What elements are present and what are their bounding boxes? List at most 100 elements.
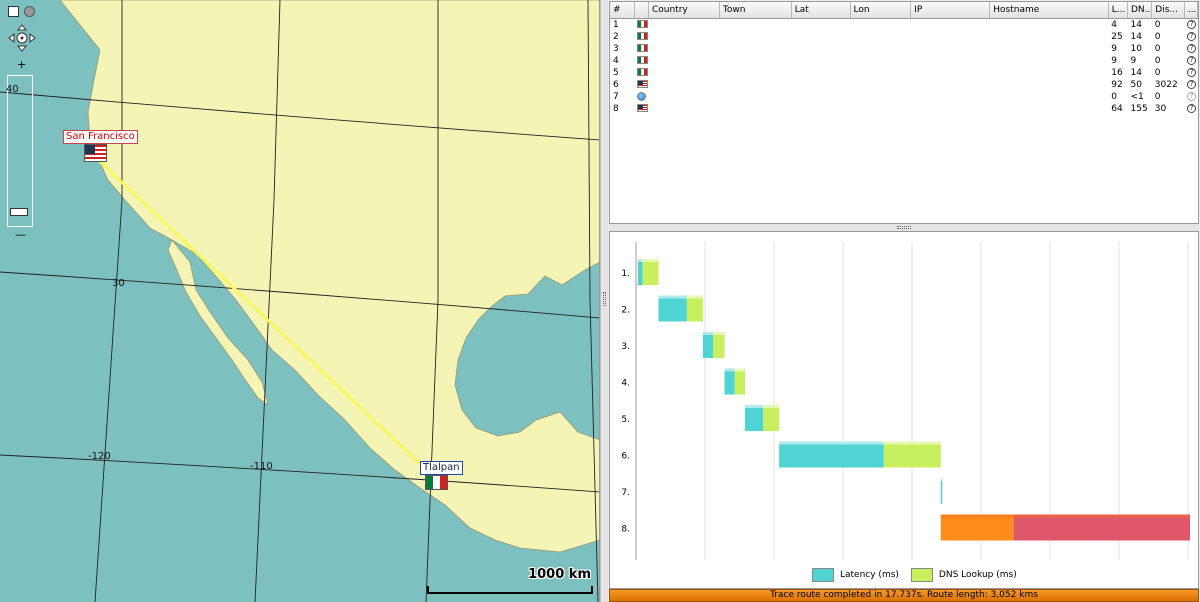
horizontal-splitter[interactable] — [609, 224, 1199, 231]
flag-cell — [634, 43, 649, 55]
chart-category-label: 2. — [621, 306, 630, 316]
cell-lat — [791, 43, 850, 55]
cell-town — [719, 91, 791, 103]
cell-lat — [791, 91, 850, 103]
bar-highlight — [724, 368, 745, 372]
table-row[interactable]: 8 64 155 30? — [610, 103, 1198, 115]
cell-ip — [911, 67, 990, 79]
column-header[interactable]: Town — [719, 2, 792, 19]
help-cell: ? — [1184, 103, 1197, 115]
zoom-in-button[interactable]: + — [17, 58, 26, 71]
table-row[interactable]: 1 4 14 0? — [610, 18, 1198, 31]
table-row[interactable]: 7 0 <1 0? — [610, 91, 1198, 103]
table-row[interactable]: 2 25 14 0? — [610, 31, 1198, 43]
column-header[interactable]: Lon — [850, 2, 912, 19]
chart-category-label: 1. — [621, 269, 630, 279]
cell-n: 2 — [613, 31, 619, 42]
cell-ip — [911, 18, 990, 31]
table-row[interactable]: 3 9 10 0? — [610, 43, 1198, 55]
help-cell: ? — [1184, 91, 1197, 103]
home-button[interactable] — [8, 6, 19, 17]
cell-town — [719, 31, 791, 43]
table-row[interactable]: 5 16 14 0? — [610, 67, 1198, 79]
vertical-splitter[interactable] — [600, 0, 608, 602]
city-label-tlalpan[interactable]: Tlalpan — [420, 461, 463, 475]
cell-country — [648, 55, 719, 67]
table-row[interactable]: 4 9 9 0? — [610, 55, 1198, 67]
help-icon[interactable]: ? — [1187, 103, 1197, 113]
dns-bar — [734, 368, 745, 395]
column-header[interactable]: Hostname — [989, 2, 1109, 19]
hops-table-panel: # Country Town Lat Lon IP Hostname L... DN... Dis… — [609, 1, 1199, 224]
cell-n: 7 — [613, 91, 619, 102]
column-header[interactable] — [634, 2, 649, 19]
table-row[interactable]: 6 92 50 3022? — [610, 79, 1198, 91]
bar-highlight — [702, 332, 725, 335]
cell-lon — [850, 55, 911, 67]
globe-icon — [637, 91, 647, 101]
column-header[interactable]: Country — [648, 2, 720, 19]
help-icon[interactable]: ? — [1187, 55, 1197, 65]
cell-hostname — [990, 67, 1109, 79]
cell-ip — [911, 31, 990, 43]
column-header[interactable]: L... — [1108, 2, 1129, 19]
cell-town — [719, 18, 791, 31]
column-header[interactable]: ... — [1184, 2, 1198, 19]
cell-lat — [791, 55, 850, 67]
zoom-slider[interactable] — [7, 75, 33, 227]
column-header[interactable]: IP — [910, 2, 991, 19]
help-cell: ? — [1184, 79, 1197, 91]
cell-town — [719, 43, 791, 55]
pan-control-icon[interactable] — [8, 24, 36, 52]
column-header[interactable]: # — [610, 2, 635, 19]
column-header[interactable]: Lat — [791, 2, 851, 19]
help-icon[interactable]: ? — [1187, 19, 1197, 29]
chart-category-label: 6. — [621, 452, 630, 462]
map-canvas[interactable] — [0, 0, 600, 602]
help-icon[interactable]: ? — [1187, 91, 1197, 101]
latitude-label-30: 30 — [112, 278, 125, 289]
cell-dns: 9 — [1130, 55, 1137, 66]
cell-country — [648, 31, 719, 43]
chart-category-label: 5. — [621, 415, 630, 425]
timing-chart: 1. 2. 3. 4. 5. 6. 7. 8. — [621, 242, 1190, 560]
column-header[interactable]: DN... — [1127, 2, 1153, 19]
mx-flag-icon — [637, 32, 649, 40]
latency-bar — [940, 478, 943, 504]
column-header[interactable]: Dis... — [1151, 2, 1185, 19]
zoom-out-button[interactable]: — — [15, 228, 26, 241]
cell-dns: 14 — [1130, 31, 1142, 42]
scale-bar — [427, 586, 593, 594]
cell-latency: 16 — [1111, 67, 1123, 78]
zoom-slider-thumb[interactable] — [10, 208, 28, 216]
map-view[interactable]: + — 40 30 -120 -110 San Francisco Tlalpa… — [0, 0, 600, 602]
cell-latency: 25 — [1111, 31, 1123, 42]
cell-hostname — [990, 91, 1109, 103]
locate-button[interactable] — [24, 6, 35, 17]
help-icon[interactable]: ? — [1187, 67, 1197, 77]
cell-ip — [911, 91, 990, 103]
legend-swatch-latency — [812, 568, 834, 582]
dns-bar — [1013, 514, 1190, 541]
cell-lat — [791, 67, 850, 79]
cell-lon — [850, 91, 911, 103]
mx-flag-marker[interactable] — [425, 475, 448, 490]
cell-country — [648, 43, 719, 55]
cell-dns: 155 — [1130, 103, 1148, 114]
cell-latency: 9 — [1111, 43, 1117, 54]
cell-dist: 0 — [1154, 55, 1161, 66]
flag-cell — [634, 67, 649, 79]
latency-bar — [658, 295, 687, 322]
us-flag-marker[interactable] — [84, 144, 107, 162]
cell-hostname — [990, 103, 1109, 115]
bar-highlight — [779, 441, 941, 445]
help-icon[interactable]: ? — [1187, 79, 1197, 89]
cell-dist: 0 — [1154, 43, 1161, 54]
chart-legend: Latency (ms) DNS Lookup (ms) — [812, 568, 1017, 582]
city-label-san-francisco[interactable]: San Francisco — [63, 130, 138, 144]
cell-town — [719, 79, 791, 91]
cell-lon — [850, 31, 911, 43]
help-icon[interactable]: ? — [1187, 43, 1197, 53]
cell-dns: 14 — [1130, 67, 1142, 78]
help-icon[interactable]: ? — [1187, 31, 1197, 41]
